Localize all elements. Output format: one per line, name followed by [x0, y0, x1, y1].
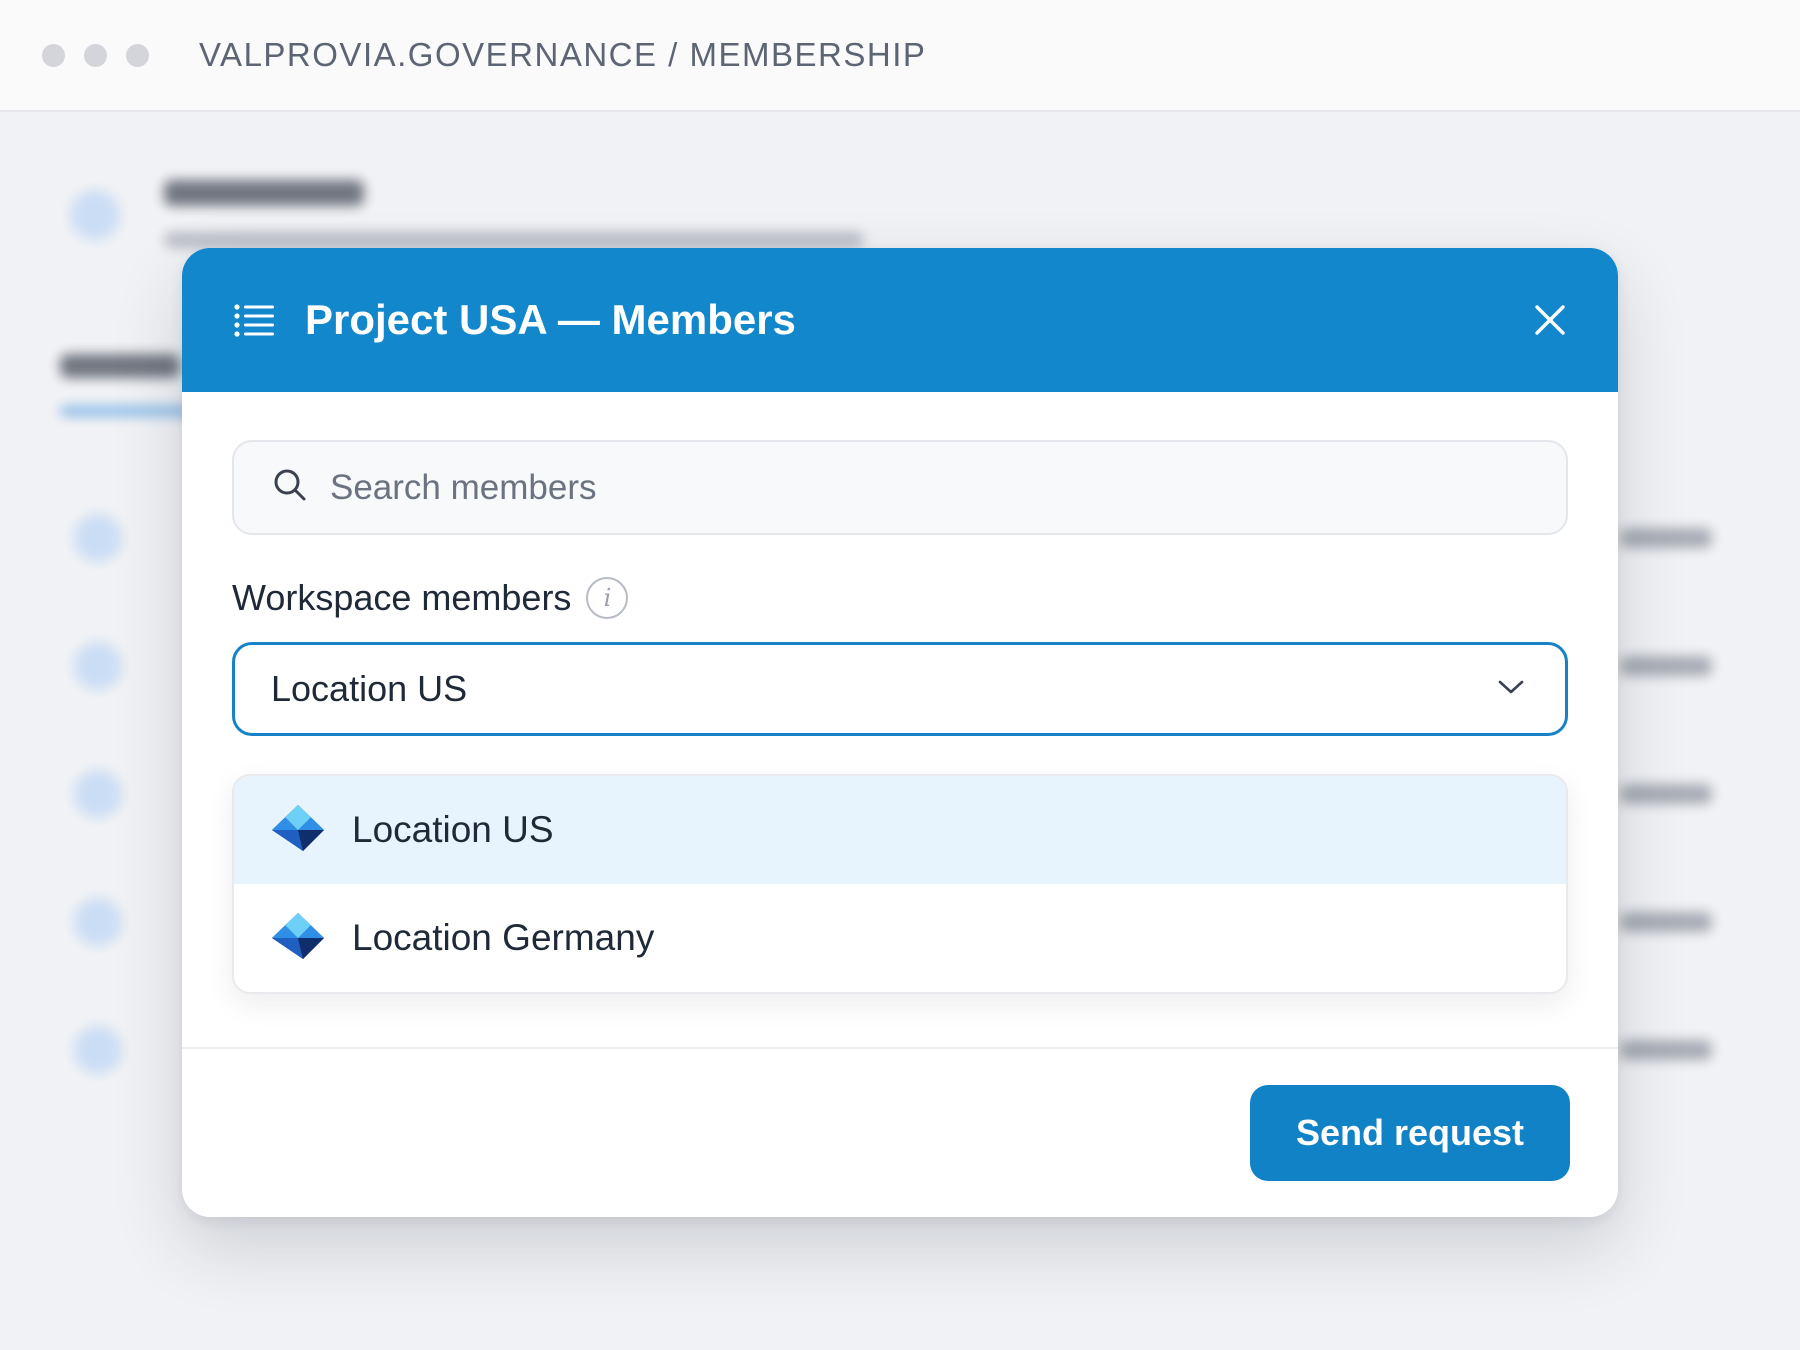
breadcrumb: VALPROVIA.GOVERNANCE / MEMBERSHIP [199, 36, 927, 73]
background-member-avatar [74, 770, 122, 818]
workspace-members-label-row: Workspace members i [232, 575, 1568, 621]
background-member-role [1620, 1040, 1712, 1060]
option-location-us[interactable]: Location US [234, 776, 1566, 884]
dialog-body: Workspace members i Location US [182, 392, 1618, 1089]
search-input[interactable] [330, 467, 1530, 508]
workspace-select[interactable]: Location US [232, 642, 1568, 736]
background-member-avatar [74, 514, 122, 562]
window-controls [42, 43, 149, 67]
send-request-button[interactable]: Send request [1250, 1085, 1570, 1181]
chevron-down-icon [1497, 678, 1525, 701]
background-member-avatar [74, 1026, 122, 1074]
background-tab-underline [60, 406, 200, 416]
close-icon[interactable] [1528, 298, 1572, 342]
background-project-meta [164, 232, 864, 248]
list-icon [233, 299, 275, 341]
workspace-select-value: Location US [271, 668, 468, 709]
option-label: Location US [352, 809, 554, 850]
background-project-avatar [70, 190, 120, 240]
background-section-heading [60, 354, 180, 378]
members-dialog: Project USA — Members Workspace members … [182, 248, 1618, 1217]
background-member-role [1620, 784, 1712, 804]
background-member-role [1620, 912, 1712, 932]
dialog-header: Project USA — Members [182, 248, 1618, 392]
info-icon[interactable]: i [586, 577, 629, 619]
option-label: Location Germany [352, 917, 655, 958]
window-minimize-dot[interactable] [84, 43, 107, 67]
workspace-dropdown-menu: Location US Location Germany [232, 774, 1568, 994]
search-field[interactable] [232, 440, 1568, 535]
search-icon [272, 467, 308, 508]
background-member-role [1620, 656, 1712, 676]
azure-location-icon [271, 804, 325, 857]
workspace-members-label: Workspace members [232, 577, 572, 618]
option-location-germany[interactable]: Location Germany [234, 884, 1566, 992]
window-maximize-dot[interactable] [126, 43, 149, 67]
background-project-title [164, 180, 364, 206]
dialog-footer: Send request [182, 1047, 1618, 1217]
dialog-title: Project USA — Members [305, 296, 796, 343]
window-close-dot[interactable] [42, 43, 65, 67]
window-titlebar: VALPROVIA.GOVERNANCE / MEMBERSHIP [0, 0, 1800, 112]
background-member-role [1620, 528, 1712, 548]
background-member-avatar [74, 642, 122, 690]
azure-location-icon [271, 912, 325, 965]
background-member-avatar [74, 898, 122, 946]
